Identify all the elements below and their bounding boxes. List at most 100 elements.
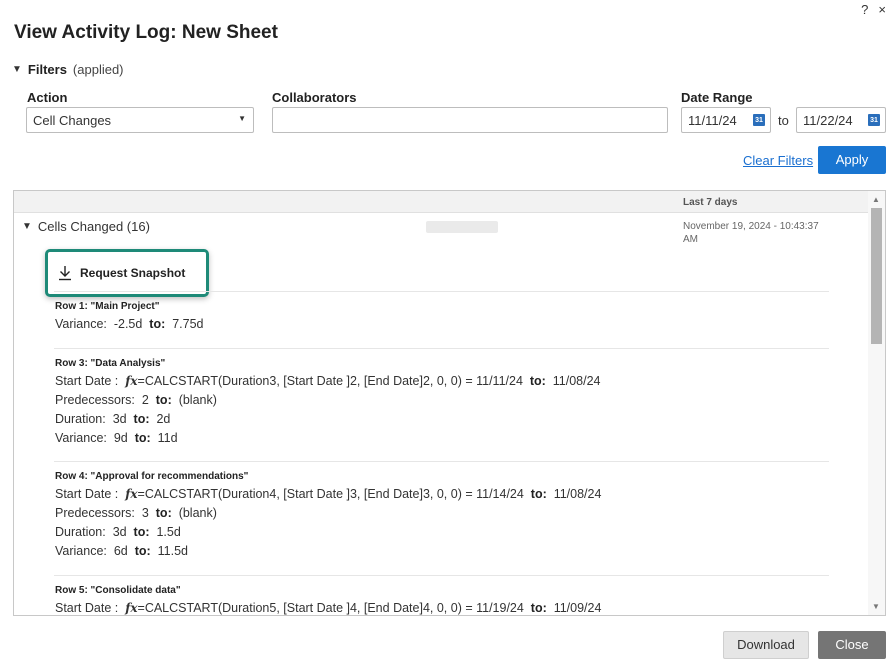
activity-log-panel: Last 7 days ▼ Cells Changed (16) Novembe… <box>13 190 886 616</box>
new-value: 11/09/24 <box>553 601 602 615</box>
field-name: Start Date : <box>55 601 119 615</box>
to-word: to: <box>155 506 172 520</box>
field-name: Start Date : <box>55 487 119 501</box>
formula-line: Start Date : fx=CALCSTART(Duration4, [St… <box>55 485 601 504</box>
old-value: 3d <box>112 525 127 539</box>
timestamp-line-1: November 19, 2024 - 10:43:37 <box>683 221 819 232</box>
to-word: to: <box>133 412 150 426</box>
old-value: =CALCSTART(Duration5, [Start Date ]4, [E… <box>137 601 524 615</box>
change-line: Variance: -2.5d to: 7.75d <box>55 315 204 334</box>
timestamp-line-2: AM <box>683 234 698 245</box>
request-snapshot-label: Request Snapshot <box>80 266 186 280</box>
divider <box>54 291 829 292</box>
change-line: Predecessors: 3 to: (blank) <box>55 504 601 523</box>
to-word: to: <box>155 393 172 407</box>
divider <box>54 575 829 576</box>
formula-line: Start Date : fx=CALCSTART(Duration5, [St… <box>55 599 602 615</box>
filters-status: (applied) <box>72 62 124 77</box>
new-value: (blank) <box>178 393 217 407</box>
field-name: Start Date : <box>55 374 119 388</box>
date-to-input[interactable]: 11/22/24 31 <box>796 107 886 133</box>
download-icon <box>59 266 71 281</box>
field-name: Variance: <box>55 544 107 558</box>
caret-down-icon: ▼ <box>12 64 22 75</box>
old-value: =CALCSTART(Duration4, [Start Date ]3, [E… <box>137 487 524 501</box>
list-item: Row 4: "Approval for recommendations" St… <box>55 471 601 561</box>
new-value: 11/08/24 <box>553 487 602 501</box>
new-value: 7.75d <box>172 317 204 331</box>
field-name: Duration: <box>55 525 106 539</box>
close-button[interactable]: Close <box>818 631 886 659</box>
help-icon[interactable]: ? <box>861 2 868 17</box>
formula-line: Start Date : fx=CALCSTART(Duration3, [St… <box>55 372 601 391</box>
window-controls: ? × <box>861 2 886 17</box>
collaborators-label: Collaborators <box>272 90 357 105</box>
old-value: 9d <box>113 431 128 445</box>
scroll-thumb[interactable] <box>871 208 882 344</box>
caret-down-icon: ▼ <box>22 221 32 232</box>
row-title: Row 3: "Data Analysis" <box>55 358 166 369</box>
date-from-value: 11/11/24 <box>688 113 737 128</box>
to-word: to: <box>133 525 150 539</box>
old-value: 3d <box>112 412 127 426</box>
change-line: Duration: 3d to: 2d <box>55 410 601 429</box>
change-timestamp: November 19, 2024 - 10:43:37 AM <box>683 220 843 246</box>
field-name: Variance: <box>55 317 107 331</box>
fx-icon: fx <box>125 601 138 615</box>
new-value: 1.5d <box>156 525 181 539</box>
fx-icon: fx <box>125 374 138 388</box>
log-scrollbar[interactable]: ▲ ▼ <box>868 191 885 615</box>
period-label: Last 7 days <box>683 197 738 208</box>
date-from-input[interactable]: 11/11/24 31 <box>681 107 771 133</box>
list-item: Row 5: "Consolidate data" Start Date : f… <box>55 585 602 615</box>
apply-button[interactable]: Apply <box>818 146 886 174</box>
field-name: Predecessors: <box>55 506 135 520</box>
new-value: 11.5d <box>157 544 188 558</box>
clear-filters-link[interactable]: Clear Filters <box>743 153 813 168</box>
cells-changed-toggle[interactable]: ▼ Cells Changed (16) <box>22 219 150 234</box>
list-item: Row 1: "Main Project" Variance: -2.5d to… <box>55 301 204 334</box>
change-line: Variance: 9d to: 11d <box>55 429 601 448</box>
old-value: -2.5d <box>113 317 143 331</box>
date-range-to-text: to <box>778 113 789 128</box>
new-value: 2d <box>156 412 171 426</box>
field-name: Predecessors: <box>55 393 135 407</box>
scroll-up-icon[interactable]: ▲ <box>872 195 880 204</box>
dropdown-arrow-icon: ▼ <box>238 114 246 123</box>
to-word: to: <box>149 317 166 331</box>
request-snapshot-button[interactable]: Request Snapshot <box>45 249 209 297</box>
new-value: 11d <box>157 431 178 445</box>
old-value: 3 <box>141 506 149 520</box>
download-button[interactable]: Download <box>723 631 809 659</box>
change-line: Predecessors: 2 to: (blank) <box>55 391 601 410</box>
to-word: to: <box>134 431 151 445</box>
scroll-down-icon[interactable]: ▼ <box>872 602 880 611</box>
redacted-user <box>426 221 498 233</box>
date-to-value: 11/22/24 <box>803 113 853 128</box>
to-word: to: <box>530 487 547 501</box>
old-value: 6d <box>113 544 128 558</box>
fx-icon: fx <box>125 487 138 501</box>
to-word: to: <box>530 601 547 615</box>
new-value: 11/08/24 <box>552 374 601 388</box>
new-value: (blank) <box>178 506 217 520</box>
group-label: Cells Changed (16) <box>37 219 150 234</box>
calendar-icon[interactable]: 31 <box>753 114 765 126</box>
list-item: Row 3: "Data Analysis" Start Date : fx=C… <box>55 358 601 448</box>
action-select[interactable]: Cell Changes ▼ <box>26 107 254 133</box>
to-word: to: <box>529 374 546 388</box>
close-icon[interactable]: × <box>878 2 886 17</box>
field-name: Variance: <box>55 431 107 445</box>
to-word: to: <box>134 544 151 558</box>
old-value: 2 <box>141 393 149 407</box>
filters-toggle[interactable]: ▼ Filters (applied) <box>12 62 124 77</box>
calendar-icon[interactable]: 31 <box>868 114 880 126</box>
log-header: Last 7 days <box>14 191 869 213</box>
action-label: Action <box>27 90 68 105</box>
divider <box>54 348 829 349</box>
field-name: Duration: <box>55 412 106 426</box>
filters-label: Filters <box>27 62 67 77</box>
divider <box>54 461 829 462</box>
collaborators-input[interactable] <box>272 107 668 133</box>
row-title: Row 1: "Main Project" <box>55 301 160 312</box>
